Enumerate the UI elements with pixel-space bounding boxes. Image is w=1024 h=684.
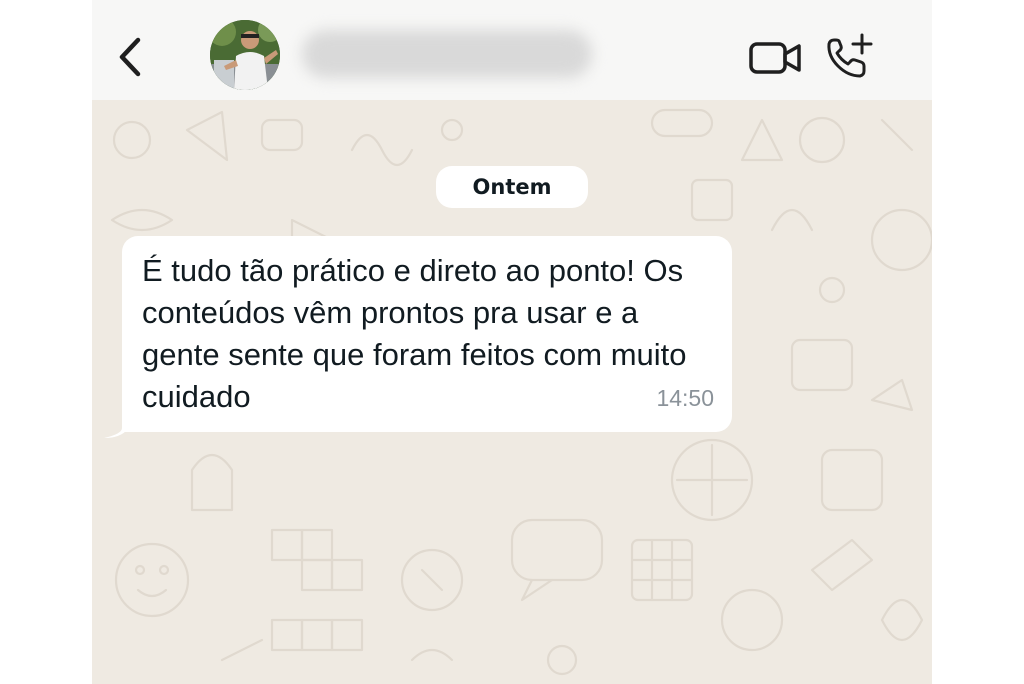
chevron-left-icon [119,37,141,77]
message-time: 14:50 [656,385,714,411]
phone-add-icon [827,33,873,78]
message-text: É tudo tão prático e direto ao ponto! Os… [142,253,687,414]
back-button[interactable] [110,34,150,80]
chat-screen: Ontem É tudo tão prático e direto ao pon… [92,0,932,684]
video-call-button[interactable] [748,38,804,78]
avatar-photo [210,20,280,90]
voice-call-button[interactable] [824,32,874,80]
contact-name[interactable] [302,30,592,78]
date-separator: Ontem [436,166,588,208]
chat-header [92,0,932,100]
message-bubble[interactable]: É tudo tão prático e direto ao ponto! Os… [122,236,732,432]
avatar[interactable] [210,20,280,90]
video-camera-icon [749,42,801,74]
